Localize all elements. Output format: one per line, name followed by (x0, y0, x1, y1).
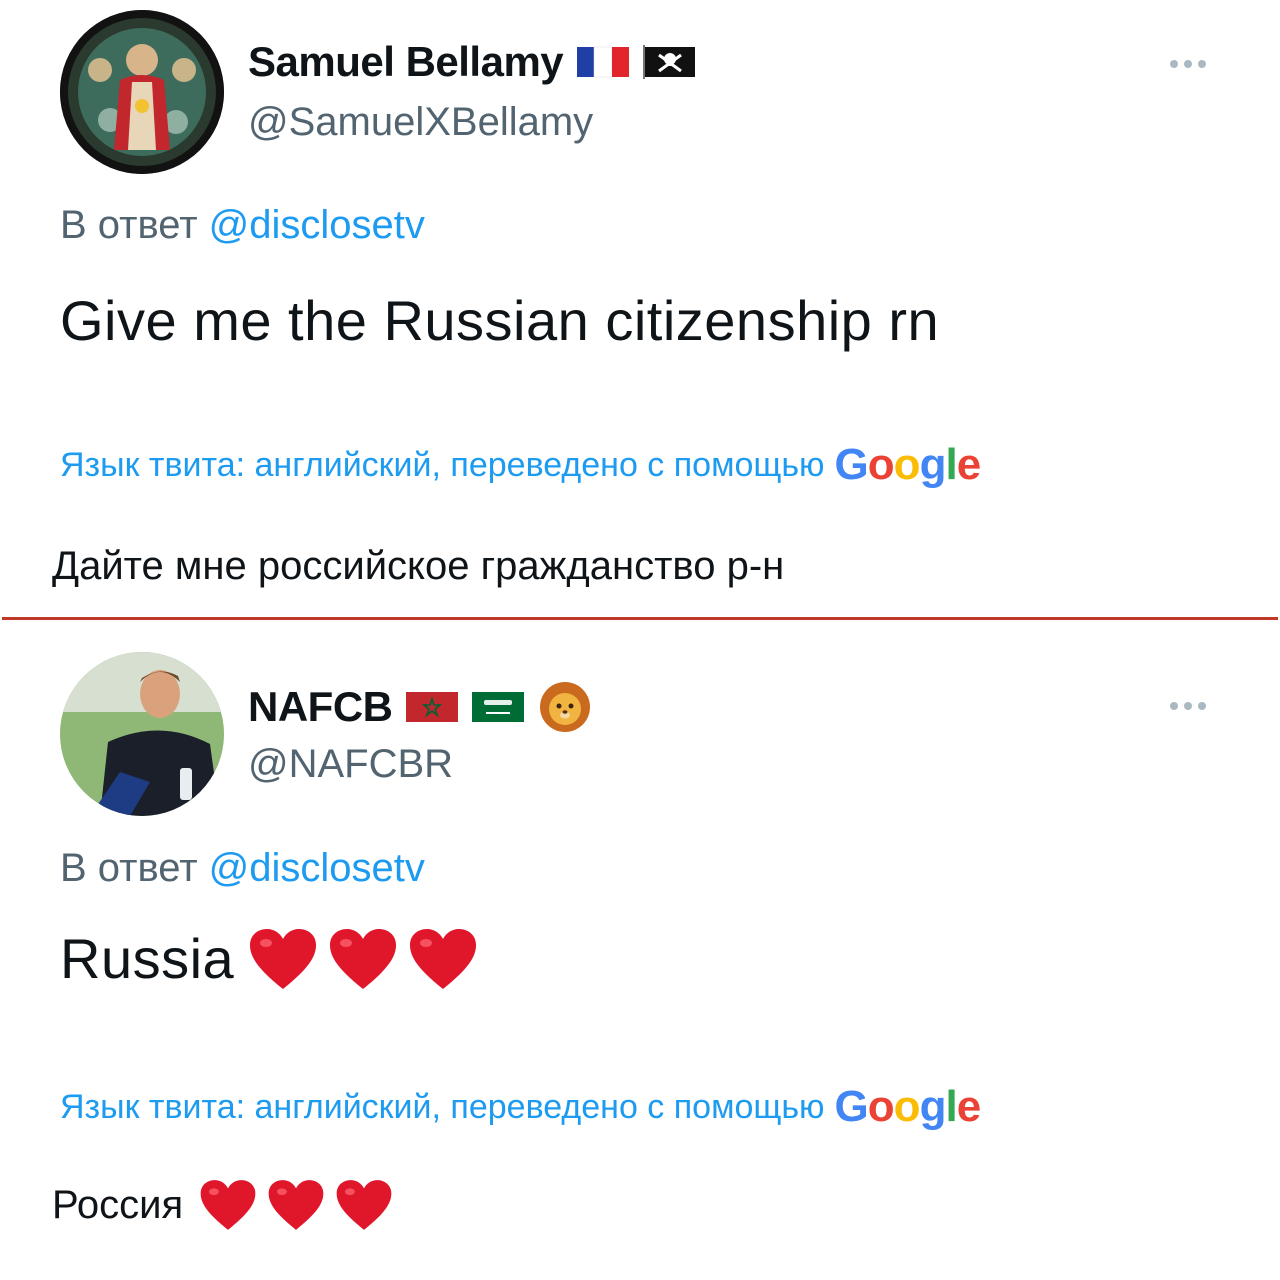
translated-text: Россия (52, 1178, 393, 1232)
red-heart-icon (335, 1178, 393, 1232)
translation-note[interactable]: Язык твита: английский, переведено с пом… (60, 440, 982, 490)
more-options-icon[interactable] (1170, 60, 1206, 68)
translation-note-text[interactable]: Язык твита: английский, переведено с пом… (60, 1088, 825, 1127)
google-logo-icon: Google (834, 440, 982, 489)
reply-context: В ответ @disclosetv (60, 203, 425, 248)
france-flag-icon (577, 45, 630, 79)
more-options-icon[interactable] (1170, 702, 1206, 710)
heart-emoji-group (248, 927, 478, 991)
divider (2, 617, 1278, 620)
reply-prefix: В ответ (60, 203, 198, 247)
red-heart-icon (328, 927, 398, 991)
user-handle[interactable]: @NAFCBR (248, 742, 453, 787)
reply-mention-link[interactable]: @disclosetv (209, 203, 425, 247)
lion-emoji-icon (538, 680, 592, 734)
red-heart-icon (267, 1178, 325, 1232)
user-handle[interactable]: @SamuelXBellamy (248, 100, 593, 145)
name-row: Samuel Bellamy (248, 38, 696, 86)
display-name[interactable]: NAFCB (248, 683, 393, 731)
tweet-samuel-bellamy[interactable]: Samuel Bellamy @SamuelXBellamy В ответ @… (0, 0, 1280, 618)
red-heart-icon (408, 927, 478, 991)
morocco-flag-icon (406, 690, 459, 724)
red-heart-icon (248, 927, 318, 991)
avatar[interactable] (60, 652, 224, 816)
avatar[interactable] (60, 10, 224, 174)
red-heart-icon (199, 1178, 257, 1232)
saudi-arabia-flag-icon (472, 690, 525, 724)
display-name[interactable]: Samuel Bellamy (248, 38, 564, 86)
reply-prefix: В ответ (60, 846, 198, 890)
tweet-text-content: Russia (60, 927, 235, 990)
heart-emoji-group (199, 1178, 393, 1232)
translated-text-content: Россия (52, 1182, 184, 1227)
translated-text: Дайте мне российское гражданство р-н (52, 544, 785, 588)
translation-note[interactable]: Язык твита: английский, переведено с пом… (60, 1082, 982, 1132)
pirate-flag-icon (643, 45, 696, 79)
tweet-nafcb[interactable]: NAFCB @NAFCBR В ответ @disclosetv Russia… (0, 622, 1280, 1280)
stained-glass-avatar-image (60, 10, 224, 174)
tweet-text: Give me the Russian citizenship rn (60, 289, 940, 352)
google-logo-icon: Google (834, 1082, 982, 1131)
translation-note-text[interactable]: Язык твита: английский, переведено с пом… (60, 446, 825, 485)
tweet-text: Russia (60, 926, 478, 991)
reply-context: В ответ @disclosetv (60, 846, 425, 891)
reply-mention-link[interactable]: @disclosetv (209, 846, 425, 890)
football-player-avatar-image (60, 652, 224, 816)
name-row: NAFCB (248, 680, 592, 734)
